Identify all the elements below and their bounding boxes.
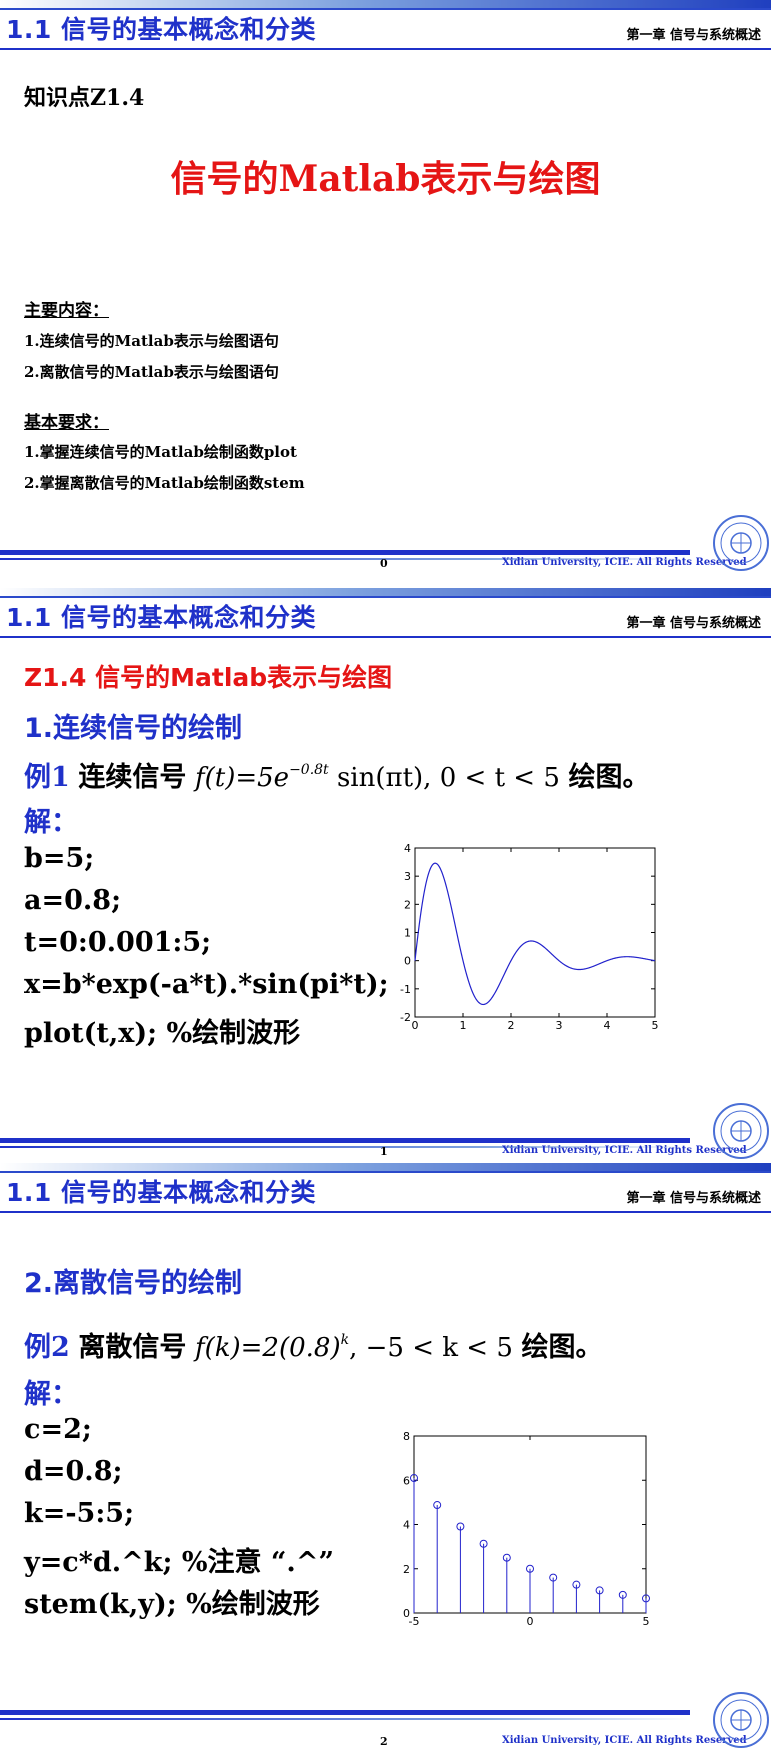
slide-2: 1.1 信号的基本概念和分类 第一章 信号与系统概述 2.离散信号的绘制 例2 … [0, 1163, 771, 1753]
x-tick-label: -5 [409, 1615, 420, 1626]
example-formula: f(k)=2(0.8)k, −5 < k < 5 [194, 1332, 513, 1363]
main-content-heading: 主要内容： [24, 301, 109, 321]
solution-label: 解： [24, 1379, 78, 1410]
requirements-heading: 基本要求： [24, 413, 109, 433]
chapter-label: 第一章 信号与系统概述 [626, 616, 761, 631]
example-statement: 例1 连续信号 f(t)=5e−0.8t sin(πt), 0 < t < 5 … [24, 755, 649, 794]
example-label: 例2 [24, 1332, 70, 1363]
example-prefix: 离散信号 [78, 1332, 187, 1363]
y-tick-label: -2 [400, 1011, 411, 1024]
y-tick-label: 1 [404, 927, 411, 940]
y-tick-label: 2 [403, 1563, 410, 1576]
section-title: 1.1 信号的基本概念和分类 [6, 15, 316, 44]
x-tick-label: 2 [508, 1019, 515, 1032]
header-divider [0, 1211, 771, 1213]
university-seal-icon [713, 1692, 769, 1748]
x-tick-label: 1 [460, 1019, 467, 1032]
y-tick-label: 4 [404, 844, 411, 855]
code-line: x=b*exp(-a*t).*sin(pi*t); [24, 969, 389, 1000]
top-bar [0, 588, 771, 596]
university-seal-icon [713, 1103, 769, 1159]
chapter-label: 第一章 信号与系统概述 [626, 28, 761, 43]
example-prefix: 连续信号 [78, 762, 187, 793]
footer-bar [0, 550, 690, 555]
university-seal-icon [713, 515, 769, 571]
page-number: 2 [380, 1735, 388, 1748]
main-content-item: 1.连续信号的Matlab表示与绘图语句 [24, 332, 279, 350]
page-number: 0 [380, 557, 388, 570]
y-tick-label: 0 [403, 1607, 410, 1620]
plot-frame [414, 847, 656, 1018]
x-tick-label: 3 [556, 1019, 563, 1032]
y-tick-label: 0 [404, 955, 411, 968]
copyright-text: Xidian University, ICIE. All Rights Rese… [502, 1735, 747, 1746]
copyright-text: Xidian University, ICIE. All Rights Rese… [502, 1145, 747, 1156]
subsection-heading: 2.离散信号的绘制 [24, 1268, 243, 1299]
slide-1: 1.1 信号的基本概念和分类 第一章 信号与系统概述 Z1.4 信号的Matla… [0, 588, 771, 1178]
header-divider [0, 636, 771, 638]
main-content-item: 2.离散信号的Matlab表示与绘图语句 [24, 363, 279, 381]
chapter-label: 第一章 信号与系统概述 [626, 1191, 761, 1206]
example-formula: f(t)=5e−0.8t sin(πt), 0 < t < 5 [194, 762, 560, 793]
y-tick-label: 4 [403, 1519, 410, 1532]
topic-title: Z1.4 信号的Matlab表示与绘图 [24, 663, 393, 692]
code-line: a=0.8; [24, 885, 122, 916]
solution-label: 解： [24, 807, 78, 838]
page-number: 1 [380, 1145, 388, 1158]
code-line: plot(t,x); %绘制波形 [24, 1018, 301, 1049]
code-line: y=c*d.^k; %注意 “.^” [24, 1547, 334, 1578]
code-line: c=2; [24, 1414, 92, 1445]
code-line: b=5; [24, 843, 95, 874]
knowledge-point: 知识点Z1.4 [24, 85, 145, 111]
code-line: stem(k,y); %绘制波形 [24, 1589, 320, 1620]
continuous-signal-plot: 0 1 2 3 4 5 -2 -1 0 1 2 3 4 [400, 844, 659, 1032]
discrete-signal-plot: -5 0 502468 [403, 1430, 650, 1626]
footer-bar [0, 1710, 690, 1715]
slide-0: 1.1 信号的基本概念和分类 第一章 信号与系统概述 知识点Z1.4 信号的Ma… [0, 0, 771, 590]
x-tick-label: 0 [412, 1019, 419, 1032]
x-tick-label: 4 [604, 1019, 611, 1032]
footer-bar-line [0, 1718, 690, 1720]
requirements-item: 2.掌握离散信号的Matlab绘制函数stem [24, 474, 305, 492]
requirements-item: 1.掌握连续信号的Matlab绘制函数plot [24, 443, 297, 461]
example-suffix: 绘图。 [521, 1332, 603, 1363]
code-line: d=0.8; [24, 1456, 123, 1487]
signal-curve [414, 862, 656, 1006]
x-tick-label: 5 [643, 1615, 650, 1626]
code-line: t=0:0.001:5; [24, 927, 212, 958]
y-tick-label: 8 [403, 1430, 410, 1443]
example-suffix: 绘图。 [568, 762, 650, 793]
slide-title: 信号的Matlab表示与绘图 [170, 158, 601, 200]
footer-bar [0, 1138, 690, 1143]
y-tick-label: 6 [403, 1474, 410, 1487]
copyright-text: Xidian University, ICIE. All Rights Rese… [502, 557, 747, 568]
header-divider [0, 48, 771, 50]
subsection-heading: 1.连续信号的绘制 [24, 713, 243, 744]
x-tick-label: 0 [527, 1615, 534, 1626]
example-statement: 例2 离散信号 f(k)=2(0.8)k, −5 < k < 5 绘图。 [24, 1325, 603, 1364]
section-title: 1.1 信号的基本概念和分类 [6, 1178, 316, 1207]
example-label: 例1 [24, 762, 70, 793]
top-bar [0, 0, 771, 8]
y-tick-label: 3 [404, 870, 411, 883]
code-line: k=-5:5; [24, 1498, 135, 1529]
top-bar [0, 1163, 771, 1171]
x-tick-label: 5 [652, 1019, 659, 1032]
section-title: 1.1 信号的基本概念和分类 [6, 603, 316, 632]
y-tick-label: -1 [400, 983, 411, 996]
y-tick-label: 2 [404, 898, 411, 911]
